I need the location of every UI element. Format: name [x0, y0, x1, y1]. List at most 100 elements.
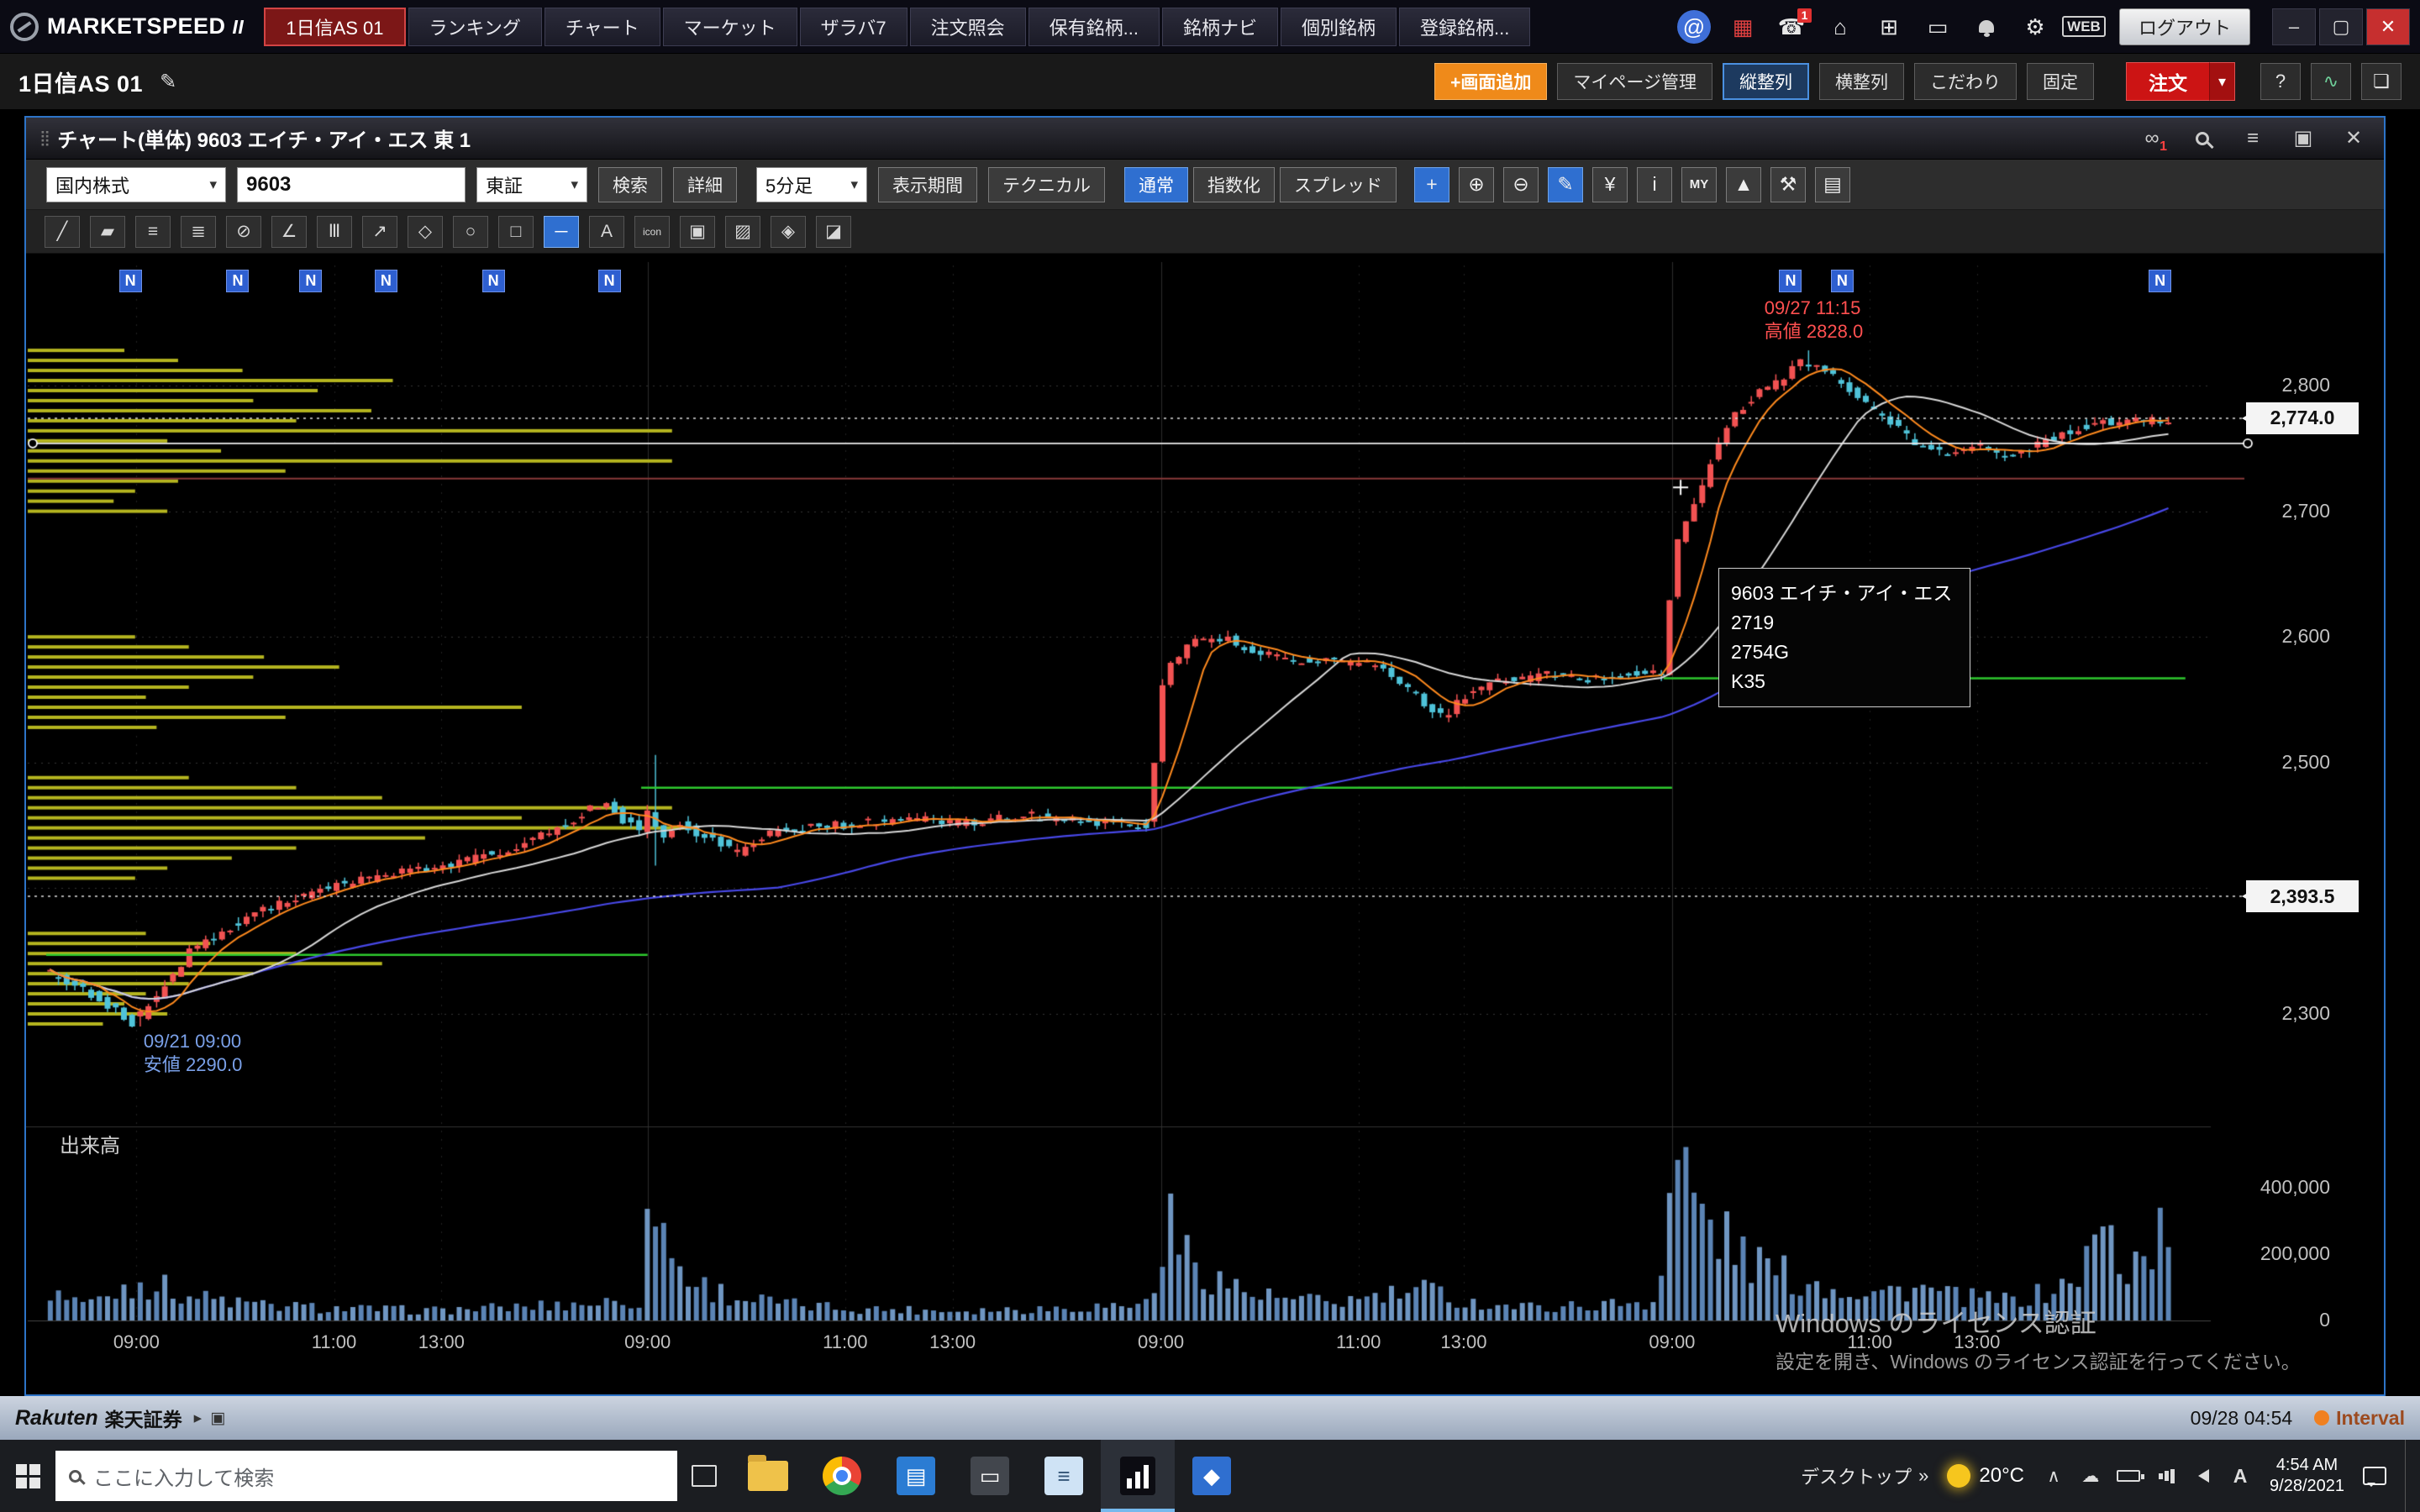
volume-icon[interactable] [2192, 1469, 2214, 1483]
duplicate-icon[interactable]: ▣ [680, 216, 715, 248]
menu-tab-10[interactable]: 登録銘柄... [1399, 8, 1530, 46]
close-window-icon[interactable]: ✕ [2337, 123, 2370, 155]
action-center-icon[interactable] [2363, 1467, 2386, 1485]
mode-spread-button[interactable]: スプレッド [1280, 167, 1397, 202]
minimize-button[interactable]: – [2272, 8, 2316, 45]
menu-tab-9[interactable]: 個別銘柄 [1281, 8, 1397, 46]
pin-button[interactable]: 固定 [2027, 63, 2094, 100]
notes-app-icon[interactable]: ≡ [1027, 1440, 1101, 1512]
presentation-icon[interactable]: ▭ [1921, 10, 1954, 44]
taskbar-clock[interactable]: 4:54 AM 9/28/2021 [2270, 1455, 2344, 1497]
menu-tab-8[interactable]: 銘柄ナビ [1162, 8, 1278, 46]
menu-tab-4[interactable]: マーケット [663, 8, 797, 46]
close-button[interactable]: ✕ [2366, 8, 2410, 45]
align-horizontal-button[interactable]: 横整列 [1819, 63, 1904, 100]
layout-button[interactable]: ❏ [2361, 63, 2402, 100]
menu-icon[interactable]: ≡ [2236, 123, 2270, 155]
period-button[interactable]: 表示期間 [878, 167, 977, 202]
menu-tab-2[interactable]: ランキング [408, 8, 542, 46]
link-icon[interactable]: ∞1 [2135, 123, 2169, 155]
menu-tab-6[interactable]: 注文照会 [910, 8, 1026, 46]
exchange-select[interactable]: 東証▾ [476, 167, 587, 202]
start-button[interactable] [0, 1440, 55, 1512]
align-vertical-button[interactable]: 縦整列 [1723, 63, 1809, 100]
settings-gear-icon[interactable]: ⚙ [2018, 10, 2052, 44]
zoom-in-icon[interactable]: ⊕ [1459, 167, 1494, 202]
photos-app-icon[interactable]: ◆ [1175, 1440, 1249, 1512]
expand-icon[interactable]: ▸ [194, 1409, 203, 1428]
cloud-icon[interactable]: ☁ [2080, 1466, 2102, 1487]
apps-grid-icon[interactable]: ▦ [1726, 10, 1760, 44]
phone-icon[interactable]: ☎1 [1775, 10, 1808, 44]
tools-wrench-icon[interactable]: ⚒ [1770, 167, 1806, 202]
polygon-icon[interactable]: ◇ [408, 216, 443, 248]
icon-stamp-icon[interactable]: icon [634, 216, 670, 248]
ime-language-icon[interactable]: A [2229, 1465, 2251, 1488]
mode-indexed-button[interactable]: 指数化 [1193, 167, 1275, 202]
clear-all-icon[interactable]: ◪ [816, 216, 851, 248]
network-icon[interactable] [2155, 1469, 2177, 1483]
arrow-line-icon[interactable]: ↗ [362, 216, 397, 248]
web-badge[interactable]: WEB [2067, 10, 2101, 44]
hlines-icon[interactable]: ≡ [135, 216, 171, 248]
edit-pencil-icon[interactable]: ✎ [160, 70, 176, 94]
angle-line-icon[interactable]: ∠ [271, 216, 307, 248]
gann-circle-icon[interactable]: ⊘ [226, 216, 261, 248]
horizontal-line-icon[interactable]: ─ [544, 216, 579, 248]
menu-tab-7[interactable]: 保有銘柄... [1028, 8, 1160, 46]
mypage-manage-button[interactable]: マイページ管理 [1557, 63, 1712, 100]
search-icon[interactable] [2186, 123, 2219, 155]
interval-select[interactable]: 5分足▾ [756, 167, 867, 202]
order-button[interactable]: 注文 ▾ [2126, 62, 2235, 101]
bell-icon[interactable] [1970, 10, 2003, 44]
tray-overflow-icon[interactable]: ∧ [2043, 1466, 2065, 1487]
popout-icon[interactable]: ▣ [2286, 123, 2320, 155]
assist-icon[interactable]: @ [1677, 10, 1711, 44]
maximize-button[interactable]: ▢ [2319, 8, 2363, 45]
battery-icon[interactable] [2117, 1470, 2140, 1482]
help-button[interactable]: ? [2260, 63, 2301, 100]
trendline-icon[interactable]: ╱ [45, 216, 80, 248]
desktop-toolbar[interactable]: デスクトップ» [1801, 1462, 1928, 1489]
chart-style-icon[interactable]: ▲ [1726, 167, 1761, 202]
task-view-button[interactable] [677, 1440, 731, 1512]
remote-app-icon[interactable]: ▤ [879, 1440, 953, 1512]
price-chart-canvas[interactable] [26, 254, 2384, 1394]
menu-tab-5[interactable]: ザラバ7 [800, 8, 908, 46]
text-label-icon[interactable]: A [589, 216, 624, 248]
menu-tab-1[interactable]: 1日信AS 01 [264, 8, 405, 46]
info-icon[interactable]: i [1637, 167, 1672, 202]
mode-normal-button[interactable]: 通常 [1124, 167, 1188, 202]
symbol-code-input[interactable] [237, 167, 466, 202]
detail-button[interactable]: 詳細 [673, 167, 737, 202]
show-desktop-button[interactable] [2405, 1440, 2412, 1512]
chrome-icon[interactable] [805, 1440, 879, 1512]
window-grip-icon[interactable]: ⣿ [39, 129, 49, 147]
marker-icon[interactable]: ▰ [90, 216, 125, 248]
taskbar-search[interactable]: ここに入力して検索 [55, 1451, 677, 1501]
market-select[interactable]: 国内株式▾ [46, 167, 226, 202]
vlines-icon[interactable]: Ⅲ [317, 216, 352, 248]
home-icon[interactable]: ⌂ [1823, 10, 1857, 44]
zoom-out-icon[interactable]: ⊖ [1503, 167, 1539, 202]
my-settings-icon[interactable]: MY [1681, 167, 1717, 202]
add-window-icon[interactable]: ⊞ [1872, 10, 1906, 44]
menu-tab-3[interactable]: チャート [544, 8, 660, 46]
panel-icon[interactable]: ▣ [210, 1409, 225, 1428]
marketspeed-app-icon[interactable] [1101, 1440, 1175, 1512]
yen-icon[interactable]: ¥ [1592, 167, 1628, 202]
print-icon[interactable]: ▤ [1815, 167, 1850, 202]
draw-pencil-icon[interactable]: ✎ [1548, 167, 1583, 202]
screen-share-icon[interactable]: ▭ [953, 1440, 1027, 1512]
add-pane-icon[interactable]: + [1414, 167, 1449, 202]
eraser-icon[interactable]: ◈ [771, 216, 806, 248]
search-symbol-button[interactable]: 検索 [598, 167, 662, 202]
quick-chart-button[interactable]: ∿ [2311, 63, 2351, 100]
ellipse-icon[interactable]: ○ [453, 216, 488, 248]
weather-widget[interactable]: 20°C [1947, 1464, 2024, 1488]
logout-button[interactable]: ログアウト [2119, 8, 2250, 45]
chart-window-titlebar[interactable]: ⣿ チャート(単体) 9603 エイチ・アイ・エス 東 1 ∞1 ≡ ▣ ✕ [26, 118, 2384, 160]
file-explorer-icon[interactable] [731, 1440, 805, 1512]
kodawari-button[interactable]: こだわり [1914, 63, 2017, 100]
add-screen-button[interactable]: +画面追加 [1434, 63, 1547, 100]
